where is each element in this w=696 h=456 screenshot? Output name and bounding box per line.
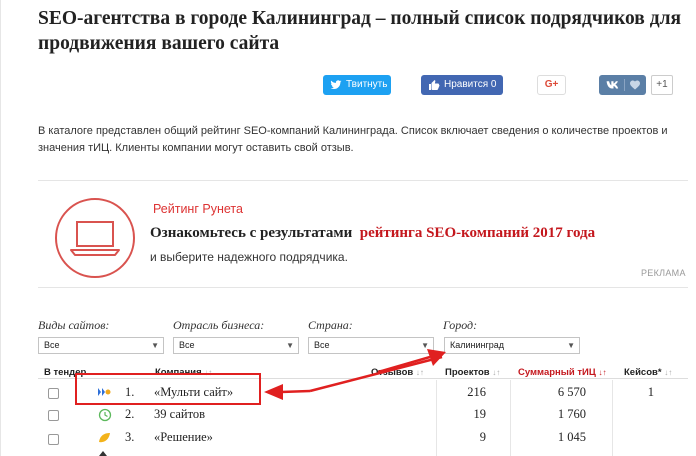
- total-tic-value: 1 760: [557, 407, 586, 421]
- projects-count: 216: [467, 385, 486, 399]
- city-select[interactable]: Калининград ▼: [444, 337, 580, 354]
- banner-subline: и выберите надежного подрядчика.: [150, 250, 348, 264]
- chevron-down-icon: ▼: [151, 341, 159, 350]
- facebook-like-label: Нравится 0: [444, 79, 497, 90]
- site-types-label: Виды сайтов:: [38, 318, 110, 332]
- total-tic-value: 6 570: [557, 385, 586, 399]
- facebook-like-button[interactable]: Нравится 0: [421, 75, 503, 95]
- country-label: Страна:: [308, 318, 353, 332]
- industry-label: Отрасль бизнеса:: [173, 318, 265, 332]
- company-name-link[interactable]: 39 сайтов: [154, 407, 205, 422]
- banner-headline-highlight: рейтинга SEO-компаний 2017 года: [359, 225, 596, 241]
- company-rank: 3.: [125, 430, 135, 444]
- gplus-icon: G+: [544, 79, 559, 90]
- left-border: [0, 0, 1, 456]
- vk-like-button[interactable]: [599, 75, 646, 95]
- ad-label: РЕКЛАМА: [641, 268, 686, 278]
- th-cases[interactable]: Кейсов* ↓↑: [624, 367, 672, 378]
- tender-checkbox[interactable]: [48, 410, 59, 421]
- projects-count: 9: [479, 430, 486, 444]
- page-title: SEO-агентства в городе Калининград – пол…: [38, 8, 682, 54]
- vk-separator: [624, 79, 625, 91]
- city-value: Калининград: [450, 340, 505, 350]
- intro-text: В каталоге представлен общий рейтинг SEO…: [38, 125, 668, 154]
- chevron-down-icon: ▼: [421, 341, 429, 350]
- reshenie-logo-icon: [99, 433, 110, 443]
- industry-value: Все: [179, 340, 195, 350]
- twitter-share-label: Твитнуть: [346, 79, 388, 90]
- total-tic-value: 1 045: [557, 430, 586, 444]
- banner-top-divider: [38, 180, 688, 181]
- th-projects[interactable]: Проектов ↓↑: [445, 367, 500, 378]
- site-types-select[interactable]: Все ▼: [38, 337, 164, 354]
- thumbs-up-icon: [429, 80, 440, 90]
- tender-checkbox[interactable]: [48, 388, 59, 399]
- site-types-value: Все: [44, 340, 60, 350]
- vk-like-count: +1: [651, 75, 673, 95]
- annotation-highlight-box: [75, 373, 261, 405]
- twitter-icon: [330, 80, 342, 90]
- th-total-tic[interactable]: Суммарный тИЦ ↓↑: [518, 367, 606, 378]
- banner-icon-circle[interactable]: [55, 198, 135, 278]
- row-icon-partial: [99, 451, 107, 456]
- banner-brand[interactable]: Рейтинг Рунета: [153, 202, 243, 216]
- chevron-down-icon: ▼: [286, 341, 294, 350]
- heart-icon: [630, 80, 640, 90]
- projects-count: 19: [473, 407, 487, 421]
- country-select[interactable]: Все ▼: [308, 337, 434, 354]
- th-reviews[interactable]: Отзывов ↓↑: [371, 367, 424, 378]
- cases-count: 1: [647, 385, 654, 399]
- company-name-link[interactable]: «Решение»: [154, 430, 213, 445]
- tender-checkbox[interactable]: [48, 434, 59, 445]
- vk-icon: [606, 81, 619, 89]
- country-value: Все: [314, 340, 330, 350]
- gplus-share-button[interactable]: G+: [537, 75, 566, 95]
- banner-headline-prefix: Ознакомьтесь с результатами: [150, 225, 353, 241]
- chevron-down-icon: ▼: [567, 341, 575, 350]
- company-rank: 2.: [125, 407, 135, 421]
- industry-select[interactable]: Все ▼: [173, 337, 299, 354]
- clock-logo-icon: [98, 408, 112, 422]
- twitter-share-button[interactable]: Твитнуть: [323, 75, 391, 95]
- column-separator: [510, 380, 511, 456]
- laptop-icon: [70, 221, 120, 256]
- city-label: Город:: [443, 318, 478, 332]
- banner-headline[interactable]: Ознакомьтесь с результатами рейтинга SEO…: [150, 225, 595, 242]
- banner-bottom-divider: [38, 287, 688, 288]
